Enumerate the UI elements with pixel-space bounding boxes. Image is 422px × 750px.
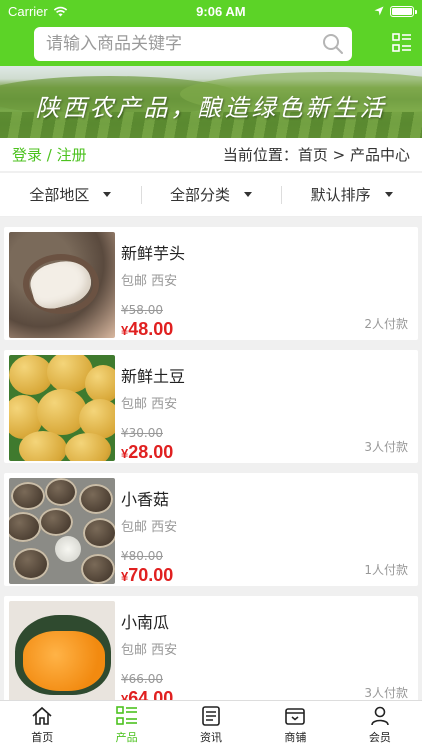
tab-label: 产品 <box>115 731 138 744</box>
grid-list-icon <box>115 706 137 725</box>
product-name: 小香菇 <box>121 490 170 509</box>
tab-home[interactable]: 首页 <box>0 701 84 750</box>
filter-region-dropdown[interactable]: 全部地区 <box>0 184 141 205</box>
product-tag: 包邮 西安 <box>121 397 178 412</box>
product-image-taro <box>9 232 115 338</box>
tab-label: 商铺 <box>284 731 307 744</box>
breadcrumb: 当前位置：首页 > 产品中心 <box>222 146 410 164</box>
search-input[interactable] <box>46 34 306 54</box>
product-name: 小南瓜 <box>121 613 170 632</box>
product-list: 新鲜芋头 包邮 西安 ¥58.00 ¥48.00 2人付款 新鲜土豆 包邮 西安… <box>0 227 422 709</box>
news-icon <box>202 706 220 726</box>
tab-label: 会员 <box>368 731 391 744</box>
filter-sort-dropdown[interactable]: 默认排序 <box>281 184 422 205</box>
product-image-potato <box>9 355 115 461</box>
user-icon <box>371 706 389 726</box>
clock: 9:06 AM <box>196 3 246 19</box>
product-image-mushroom <box>9 478 115 584</box>
top-header <box>0 22 422 66</box>
filter-label: 全部分类 <box>170 186 231 204</box>
tab-products[interactable]: 产品 <box>84 701 168 750</box>
wifi-icon <box>53 6 67 16</box>
banner-title: 陕西农产品，酿造绿色新生活 <box>35 94 387 122</box>
product-tag: 包邮 西安 <box>121 520 178 535</box>
sold-count: 3人付款 <box>364 686 408 700</box>
caret-down-icon <box>384 192 393 197</box>
sold-count: 1人付款 <box>364 563 408 577</box>
sold-count: 3人付款 <box>364 440 408 454</box>
product-card[interactable]: 小香菇 包邮 西安 ¥80.00 ¥70.00 1人付款 <box>4 473 418 586</box>
tab-news[interactable]: 资讯 <box>169 701 253 750</box>
product-card[interactable]: 小南瓜 包邮 西安 ¥66.00 ¥64.00 3人付款 <box>4 596 418 709</box>
battery-icon <box>389 5 417 17</box>
battery-level <box>391 7 412 15</box>
home-icon <box>32 706 52 725</box>
product-tag: 包邮 西安 <box>121 274 178 289</box>
location-arrow-icon <box>374 6 384 16</box>
tab-store[interactable]: 商铺 <box>253 701 337 750</box>
tab-member[interactable]: 会员 <box>338 701 422 750</box>
product-tag: 包邮 西安 <box>121 643 178 658</box>
category-menu-icon[interactable] <box>392 33 412 53</box>
filter-bar: 全部地区 全部分类 默认排序 <box>0 173 422 217</box>
product-name: 新鲜土豆 <box>121 367 186 386</box>
search-icon[interactable] <box>322 33 344 55</box>
caret-down-icon <box>244 192 253 197</box>
sold-count: 2人付款 <box>364 317 408 331</box>
filter-label: 全部地区 <box>29 186 90 204</box>
filter-label: 默认排序 <box>310 186 371 204</box>
product-card[interactable]: 新鲜土豆 包邮 西安 ¥30.00 ¥28.00 3人付款 <box>4 350 418 463</box>
tab-label: 资讯 <box>200 731 223 744</box>
store-icon <box>285 708 306 725</box>
product-card[interactable]: 新鲜芋头 包邮 西安 ¥58.00 ¥48.00 2人付款 <box>4 227 418 340</box>
product-image-pumpkin <box>9 601 115 707</box>
filter-category-dropdown[interactable]: 全部分类 <box>140 184 282 205</box>
login-register-link[interactable]: 登录 / 注册 <box>12 144 87 165</box>
status-bar: Carrier 9:06 AM <box>0 0 422 22</box>
info-bar: 登录 / 注册 当前位置：首页 > 产品中心 <box>0 138 422 171</box>
product-name: 新鲜芋头 <box>121 244 186 263</box>
carrier-label: Carrier <box>8 3 48 19</box>
search-box[interactable] <box>34 27 352 61</box>
bottom-tab-bar: 首页 产品 资讯 商铺 会员 <box>0 700 422 750</box>
caret-down-icon <box>103 192 112 197</box>
promo-banner[interactable]: 陕西农产品，酿造绿色新生活 <box>0 66 422 138</box>
tab-label: 首页 <box>31 731 54 744</box>
